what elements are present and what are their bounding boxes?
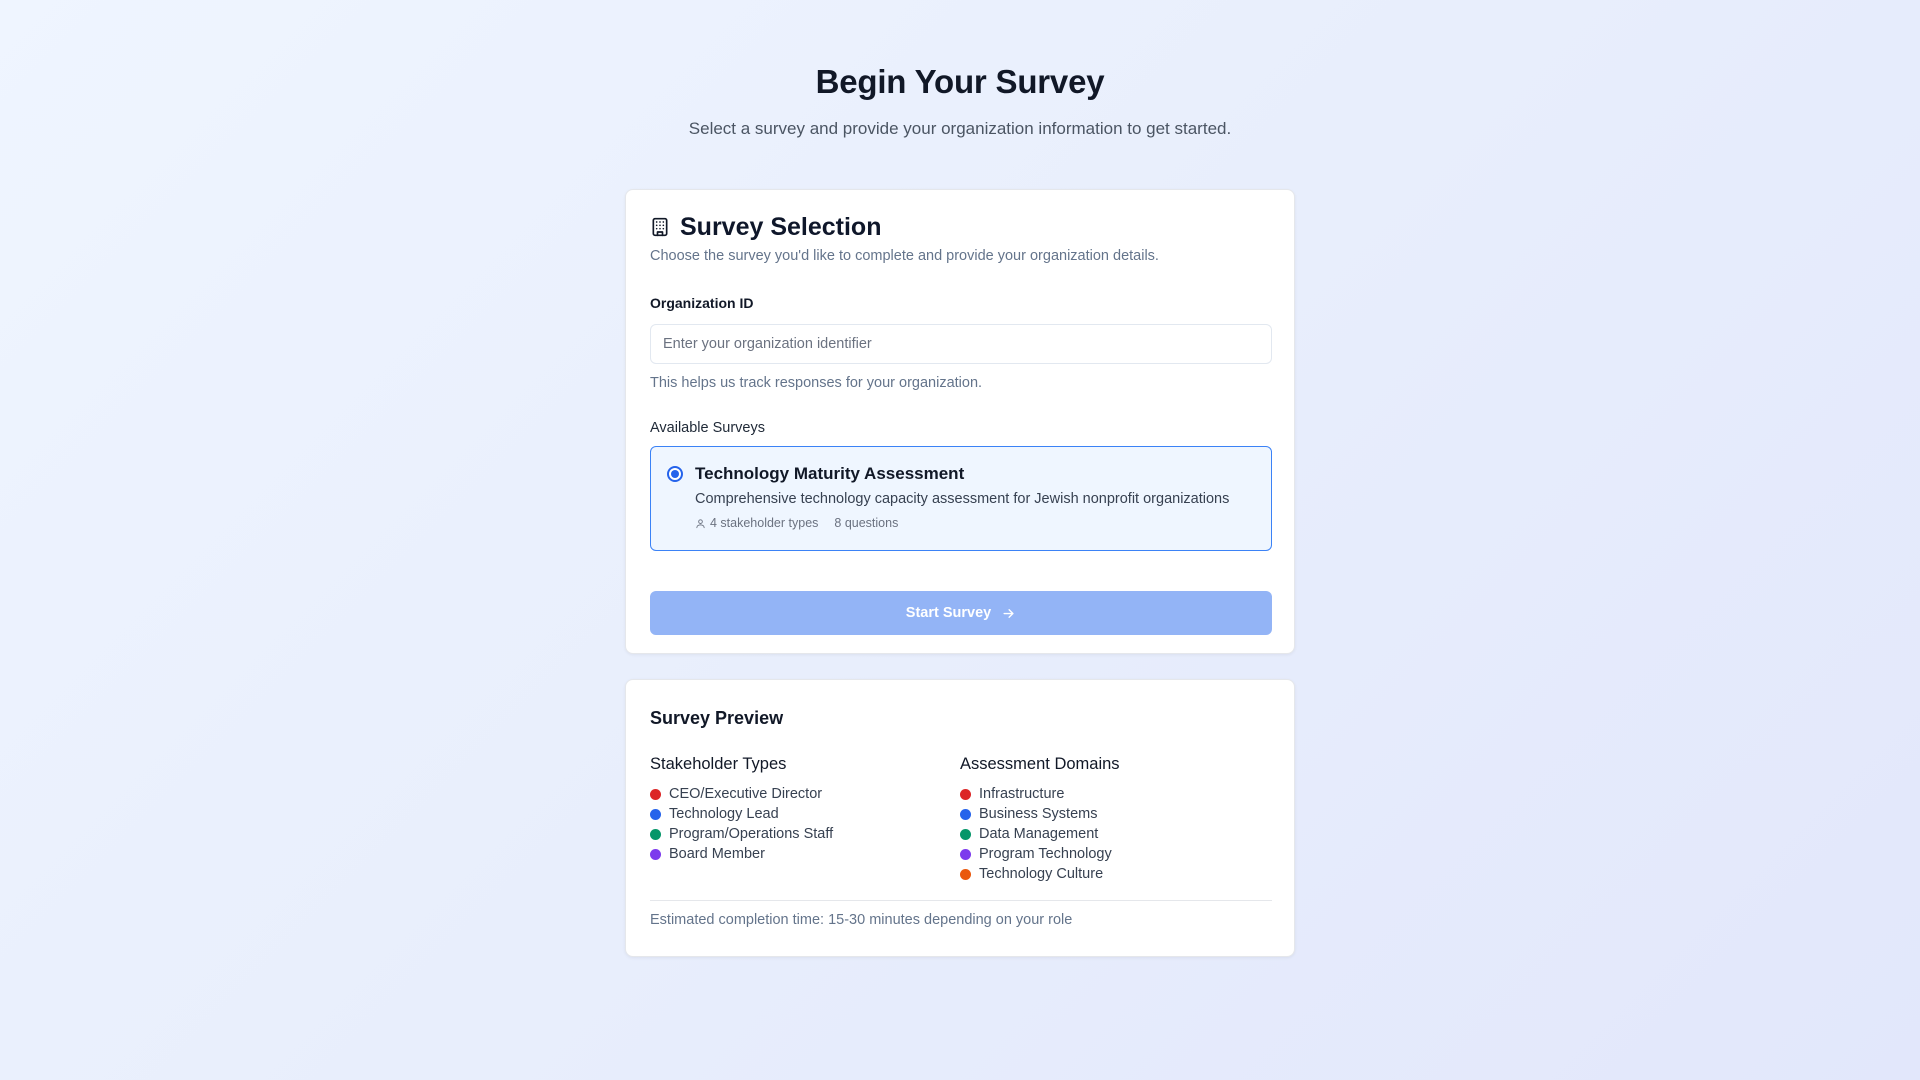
survey-preview-card: Survey Preview Stakeholder Types CEO/Exe…	[625, 679, 1295, 957]
radio-selected-dot	[671, 470, 679, 478]
color-dot-icon	[650, 808, 661, 820]
page-title: Begin Your Survey	[815, 63, 1105, 100]
stakeholder-item-label: Board Member	[669, 846, 765, 862]
color-dot-icon	[960, 868, 971, 880]
building-icon	[650, 217, 670, 237]
color-dot-icon	[960, 828, 971, 840]
stakeholder-item-label: Technology Lead	[669, 806, 779, 822]
assessment-domains-column: Assessment Domains Infrastructure Busines…	[960, 754, 1270, 884]
start-survey-button[interactable]: Start Survey	[650, 591, 1272, 635]
stakeholder-item-label: CEO/Executive Director	[669, 786, 823, 802]
survey-start-page: Begin Your Survey Select a survey and pr…	[0, 0, 1920, 1080]
stakeholder-types-list: CEO/Executive Director Technology Lead Pro…	[650, 784, 960, 864]
completion-estimate: Estimated completion time: 15-30 minutes…	[650, 912, 1073, 928]
survey-title: Technology Maturity Assessment	[695, 464, 965, 483]
domain-item-label: Program Technology	[979, 846, 1112, 862]
preview-columns: Stakeholder Types CEO/Executive Director…	[650, 754, 1270, 884]
page-subtitle: Select a survey and provide your organiz…	[688, 119, 1232, 138]
survey-meta: 4 stakeholder types 8 questions	[695, 515, 1229, 531]
color-dot-icon	[960, 808, 971, 820]
color-dot-icon	[960, 848, 971, 860]
question-count: 8 questions	[834, 516, 899, 530]
domain-item-label: Infrastructure	[979, 786, 1065, 802]
color-dot-icon	[650, 788, 661, 800]
domain-item-label: Data Management	[979, 826, 1099, 842]
stakeholder-item: Board Member	[650, 844, 960, 864]
color-dot-icon	[650, 828, 661, 840]
available-surveys-label: Available Surveys	[650, 420, 765, 436]
stakeholder-item-label: Program/Operations Staff	[669, 826, 834, 842]
survey-description: Comprehensive technology capacity assess…	[695, 491, 1230, 507]
card-description: Choose the survey you'd like to complete…	[650, 248, 1159, 264]
domain-item: Business Systems	[960, 804, 1270, 824]
domain-item: Technology Culture	[960, 864, 1270, 884]
domain-item: Data Management	[960, 824, 1270, 844]
domain-item-label: Technology Culture	[979, 866, 1104, 882]
survey-radio[interactable]	[667, 466, 683, 482]
assessment-domains-list: Infrastructure Business Systems Data Manag…	[960, 784, 1270, 884]
arrow-right-icon	[1003, 608, 1014, 618]
stakeholder-count-text: 4 stakeholder types	[710, 516, 819, 530]
domain-item: Infrastructure	[960, 784, 1270, 804]
domain-item-label: Business Systems	[979, 806, 1098, 822]
organization-id-input[interactable]	[650, 324, 1272, 364]
stakeholder-item: Technology Lead	[650, 804, 960, 824]
user-icon	[696, 518, 705, 528]
start-survey-label: Start Survey	[905, 605, 992, 621]
hero: Begin Your Survey Select a survey and pr…	[0, 60, 1920, 140]
organization-id-help: This helps us track responses for your o…	[650, 375, 983, 391]
stakeholder-item: CEO/Executive Director	[650, 784, 960, 804]
stakeholder-types-heading: Stakeholder Types	[650, 755, 787, 773]
card-title: Survey Selection	[680, 213, 882, 241]
organization-id-label: Organization ID	[650, 295, 754, 311]
color-dot-icon	[650, 848, 661, 860]
color-dot-icon	[960, 788, 971, 800]
survey-selection-card: Survey Selection Choose the survey you'd…	[625, 189, 1295, 654]
divider	[650, 900, 1272, 901]
stakeholder-item: Program/Operations Staff	[650, 824, 960, 844]
card-header: Survey Selection	[650, 212, 1270, 242]
survey-option-technology-maturity[interactable]: Technology Maturity Assessment Comprehen…	[650, 446, 1272, 551]
domain-item: Program Technology	[960, 844, 1270, 864]
stakeholder-count: 4 stakeholder types	[695, 515, 818, 531]
survey-option-body: Technology Maturity Assessment Comprehen…	[695, 463, 1229, 534]
assessment-domains-heading: Assessment Domains	[960, 755, 1120, 773]
preview-title: Survey Preview	[650, 708, 784, 728]
stakeholder-types-column: Stakeholder Types CEO/Executive Director…	[650, 754, 960, 884]
